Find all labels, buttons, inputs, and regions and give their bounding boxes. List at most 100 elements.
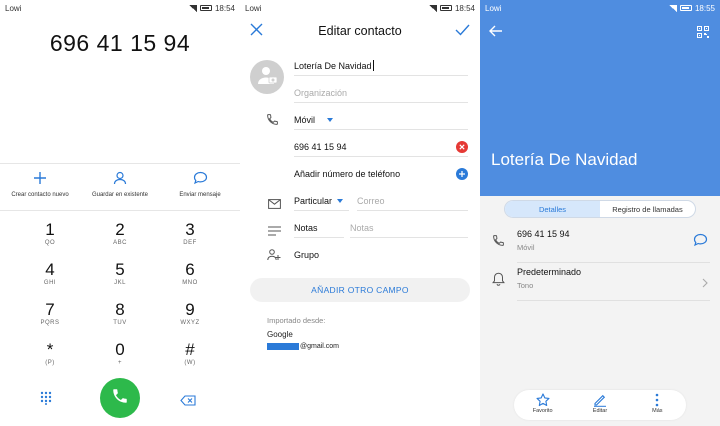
send-message-label: Enviar mensaje — [179, 192, 221, 198]
key-8[interactable]: 8 TUV — [85, 300, 155, 334]
more-button[interactable]: Más — [629, 390, 686, 420]
bottom-action-bar: Favorito Editar Más — [514, 390, 686, 420]
key-3[interactable]: 3 DEF — [155, 220, 225, 254]
qr-code-icon[interactable] — [697, 25, 709, 43]
key-4[interactable]: 4 GHI — [15, 260, 85, 294]
message-icon — [160, 168, 240, 188]
key-6[interactable]: 6 MNO — [155, 260, 225, 294]
organization-field[interactable]: Organización — [294, 83, 468, 103]
add-phone-label: Añadir número de teléfono — [294, 169, 401, 179]
keypad: 1 QO 2 ABC 3 DEF 4 GHI 5 JKL 6 MNO 7 PQRS 8 TUV … — [15, 220, 225, 374]
battery-icon — [439, 5, 452, 11]
redaction-bar — [267, 343, 299, 350]
divider — [517, 300, 710, 301]
email-field[interactable]: Correo — [357, 191, 468, 211]
bell-icon — [492, 272, 505, 291]
more-label: Más — [652, 408, 663, 414]
signal-icon — [188, 4, 197, 12]
favorite-label: Favorito — [532, 408, 553, 414]
dialed-number: 696 41 15 94 — [49, 30, 191, 56]
add-phone-button[interactable]: Añadir número de teléfono — [294, 164, 468, 184]
dialpad-toggle-icon[interactable] — [40, 391, 52, 410]
phone-number: 696 41 15 94 — [517, 229, 570, 239]
carrier-label: Lowi — [245, 3, 262, 13]
phone-icon — [111, 387, 129, 410]
phone-number-value: 696 41 15 94 — [294, 141, 347, 152]
edit-label: Editar — [592, 408, 608, 414]
chevron-down-icon — [337, 198, 344, 203]
contact-header: Lowi 18:55 Lotería De Navidad — [480, 0, 720, 196]
email-type-value: Particular — [294, 195, 333, 206]
add-icon — [456, 168, 468, 182]
tab-details[interactable]: Detalles — [505, 201, 600, 217]
key-1[interactable]: 1 QO — [15, 220, 85, 254]
clock: 18:54 — [214, 3, 235, 13]
tab-call-log[interactable]: Registro de llamadas — [600, 201, 695, 217]
carrier-label: Lowi — [5, 3, 22, 13]
dialer-bottom-row — [0, 378, 240, 422]
battery-icon — [679, 5, 692, 11]
key-5[interactable]: 5 JKL — [85, 260, 155, 294]
chevron-down-icon — [327, 117, 334, 122]
notes-field[interactable]: Notas — [350, 218, 468, 238]
call-button[interactable] — [100, 378, 140, 418]
contact-name: Lotería De Navidad — [491, 150, 638, 169]
divider — [0, 210, 240, 211]
status-bar: Lowi 18:54 — [240, 0, 480, 16]
key-2[interactable]: 2 ABC — [85, 220, 155, 254]
save-to-existing-button[interactable]: Guardar en existente — [80, 168, 160, 198]
edit-button[interactable]: Editar — [571, 390, 628, 420]
email-icon — [268, 196, 281, 214]
notes-label-field: Notas — [294, 218, 344, 238]
check-icon[interactable] — [455, 23, 470, 41]
create-contact-button[interactable]: Crear contacto nuevo — [0, 168, 80, 198]
favorite-button[interactable]: Favorito — [514, 390, 571, 420]
phone-row[interactable]: 696 41 15 94 Móvil — [480, 225, 720, 263]
imported-email-suffix: @gmail.com — [300, 343, 340, 350]
create-contact-label: Crear contacto nuevo — [11, 192, 69, 198]
signal-icon — [428, 4, 437, 12]
send-message-button[interactable]: Enviar mensaje — [160, 168, 240, 198]
status-bar: Lowi 18:55 — [480, 0, 720, 16]
save-to-existing-label: Guardar en existente — [91, 192, 149, 198]
imported-source: Google — [267, 330, 293, 339]
email-placeholder: Correo — [357, 195, 385, 206]
organization-placeholder: Organización — [294, 87, 348, 98]
email-type-select[interactable]: Particular — [294, 191, 349, 211]
key-hash[interactable]: # (W) — [155, 340, 225, 374]
backspace-icon[interactable] — [180, 393, 196, 411]
group-field[interactable]: Grupo — [294, 245, 468, 265]
plus-icon — [0, 168, 80, 188]
key-7[interactable]: 7 PQRS — [15, 300, 85, 334]
dialer-screen: Lowi 18:54 696 41 15 94 Crear contacto n… — [0, 0, 240, 426]
edit-contact-screen: Lowi 18:54 Editar contacto Lotería De Na… — [240, 0, 480, 426]
message-icon[interactable] — [693, 233, 708, 252]
dialer-actions: Crear contacto nuevo Guardar en existent… — [0, 168, 240, 198]
chevron-right-icon — [702, 275, 708, 293]
ringtone-row[interactable]: Predeterminado Tono — [480, 263, 720, 301]
edit-header: Editar contacto — [240, 18, 480, 46]
phone-type-select[interactable]: Móvil — [294, 110, 468, 130]
name-field[interactable]: Lotería De Navidad — [294, 56, 468, 76]
clock: 18:54 — [454, 3, 475, 13]
key-0[interactable]: 0 + — [85, 340, 155, 374]
imported-account: @gmail.com — [267, 343, 339, 350]
phone-type: Móvil — [517, 243, 535, 252]
pencil-icon — [571, 393, 628, 408]
text-cursor — [372, 60, 374, 71]
add-another-field-button[interactable]: AÑADIR OTRO CAMPO — [250, 278, 470, 302]
key-star[interactable]: * (P) — [15, 340, 85, 374]
group-icon — [267, 248, 282, 266]
key-9[interactable]: 9 WXYZ — [155, 300, 225, 334]
details-tabs: Detalles Registro de llamadas — [504, 200, 696, 218]
back-arrow-icon[interactable] — [489, 24, 503, 42]
phone-icon — [492, 234, 505, 252]
clock: 18:55 — [694, 3, 715, 13]
imported-from-label: Importado desde: — [267, 316, 326, 325]
notes-placeholder: Notas — [350, 222, 374, 233]
phone-number-field[interactable]: 696 41 15 94 — [294, 137, 468, 157]
signal-icon — [668, 4, 677, 12]
person-icon — [80, 168, 160, 188]
remove-icon[interactable] — [456, 141, 468, 155]
contact-photo-button[interactable] — [250, 60, 284, 94]
